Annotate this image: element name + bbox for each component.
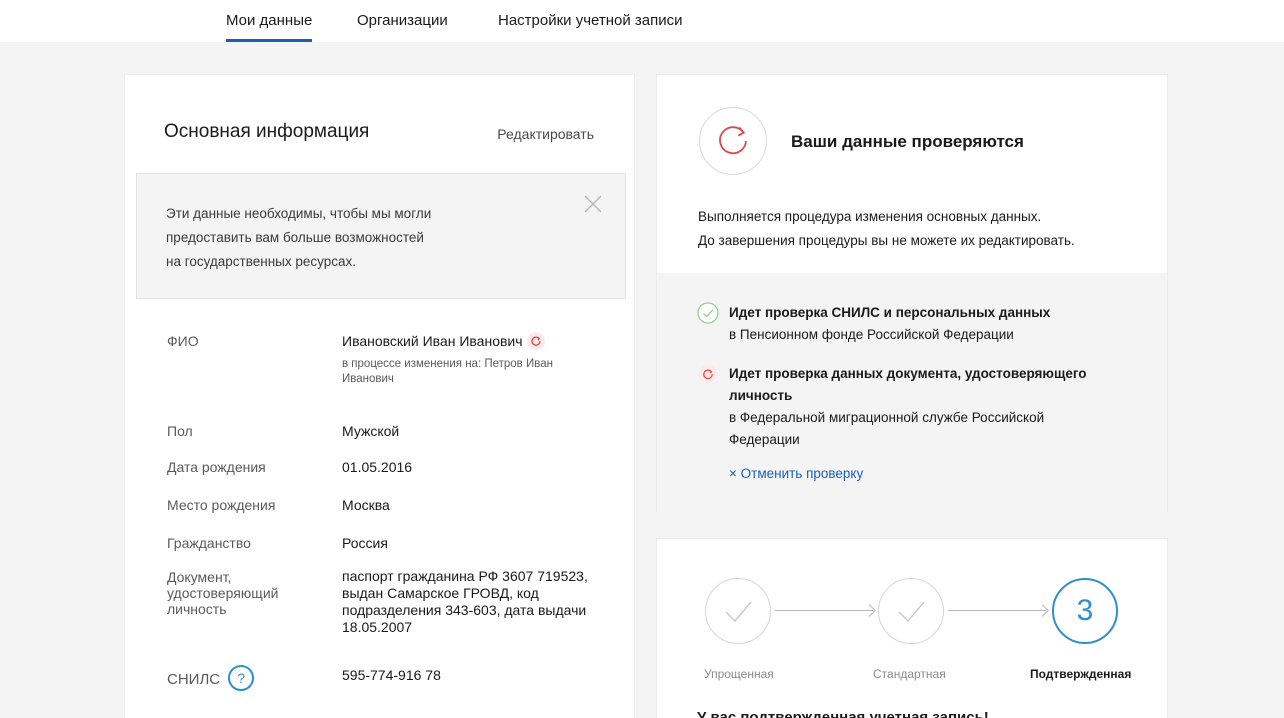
field-label-citizenship: Гражданство bbox=[167, 535, 251, 551]
edit-link[interactable]: Редактировать bbox=[497, 126, 594, 142]
description-line: Выполняется процедура изменения основных… bbox=[698, 209, 1042, 224]
tab-organizations[interactable]: Организации bbox=[357, 12, 448, 29]
arrow-right-icon bbox=[948, 610, 1046, 611]
check-detail: в Пенсионном фонде Российской Федерации bbox=[729, 327, 1014, 342]
field-value-citizenship: Россия bbox=[342, 535, 388, 551]
verification-card: Ваши данные проверяются Выполняется проц… bbox=[656, 74, 1168, 513]
field-value-gender: Мужской bbox=[342, 423, 400, 439]
cancel-verification-link[interactable]: × Отменить проверку bbox=[729, 466, 863, 481]
field-label-snils: СНИЛС? bbox=[167, 665, 255, 693]
field-value-birthplace: Москва bbox=[342, 497, 390, 513]
check-detail: в Федеральной миграционной службе Россий… bbox=[729, 410, 1045, 447]
field-value-document: паспорт гражданина РФ 3607 719523, выдан… bbox=[342, 568, 588, 635]
notice-text: Эти данные необходимы, чтобы мы могли пр… bbox=[166, 202, 506, 274]
tab-my-data[interactable]: Мои данные bbox=[226, 12, 313, 42]
arrow-right-icon bbox=[775, 610, 873, 611]
fio-change-note: в процессе изменения на: Петров Иван Ива… bbox=[342, 358, 553, 386]
check-icon bbox=[898, 601, 925, 623]
close-icon[interactable] bbox=[583, 194, 603, 214]
field-label-birthplace: Место рождения bbox=[167, 497, 276, 513]
field-value-snils: 595-774-916 78 bbox=[342, 667, 441, 683]
check-document: Идет проверка данных документа, удостове… bbox=[729, 363, 1109, 451]
step-label-simplified: Упрощенная bbox=[704, 667, 774, 681]
step-standard bbox=[878, 578, 944, 644]
step-confirmed: 3 bbox=[1052, 578, 1118, 644]
check-title: Идет проверка СНИЛС и персональных данны… bbox=[729, 305, 1051, 320]
notice-line: Эти данные необходимы, чтобы мы могли bbox=[166, 206, 432, 221]
step-simplified bbox=[705, 578, 771, 644]
checks-list: Идет проверка СНИЛС и персональных данны… bbox=[657, 273, 1167, 513]
tab-account-settings[interactable]: Настройки учетной записи bbox=[498, 12, 683, 29]
account-status-message: У вас подтвержденная учетная запись! bbox=[697, 709, 989, 718]
field-label-fio: ФИО bbox=[167, 333, 199, 349]
check-icon bbox=[725, 601, 752, 623]
field-value-birthdate: 01.05.2016 bbox=[342, 459, 413, 475]
field-label-birthdate: Дата рождения bbox=[167, 459, 266, 475]
account-level-card: 3 Упрощенная Стандартная Подтвержденная … bbox=[656, 538, 1168, 718]
help-icon[interactable]: ? bbox=[228, 665, 255, 691]
notice-line: на государственных ресурсах. bbox=[166, 254, 357, 269]
step-label-confirmed: Подтвержденная bbox=[1030, 667, 1132, 681]
field-label-gender: Пол bbox=[167, 423, 193, 439]
check-title: Идет проверка данных документа, удостове… bbox=[729, 366, 1087, 403]
check-snils: Идет проверка СНИЛС и персональных данны… bbox=[729, 302, 1149, 346]
refresh-icon bbox=[699, 107, 767, 175]
fio-value: Ивановский Иван Иванович bbox=[342, 333, 523, 349]
verification-description: Выполняется процедура изменения основных… bbox=[698, 205, 1158, 253]
notice-line: предоставить вам больше возможностей bbox=[166, 230, 424, 245]
verification-title: Ваши данные проверяются bbox=[791, 132, 1024, 151]
field-label-document: Документ, удостоверяющий личность bbox=[167, 569, 279, 617]
step-label-standard: Стандартная bbox=[873, 667, 946, 681]
field-value-fio: Ивановский Иван Иванович в процессе изме… bbox=[342, 332, 612, 387]
snils-label: СНИЛС bbox=[167, 670, 221, 688]
refresh-icon bbox=[526, 332, 545, 351]
refresh-icon bbox=[699, 365, 717, 383]
basic-info-card: Основная информация Редактировать Эти да… bbox=[124, 74, 635, 718]
info-notice: Эти данные необходимы, чтобы мы могли пр… bbox=[136, 173, 626, 299]
check-icon bbox=[697, 302, 719, 324]
basic-info-title: Основная информация bbox=[164, 121, 370, 142]
description-line: До завершения процедуры вы не можете их … bbox=[698, 233, 1075, 248]
top-navigation: Мои данные Организации Настройки учетной… bbox=[0, 0, 1284, 42]
